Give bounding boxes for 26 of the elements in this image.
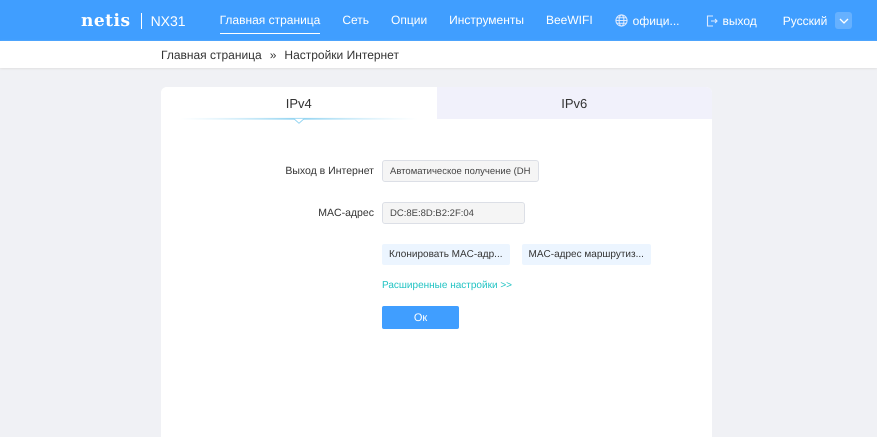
chevron-down-icon (838, 18, 849, 24)
logout-icon (706, 14, 718, 26)
ok-button[interactable]: Ок (382, 306, 459, 329)
model-name: NX31 (140, 12, 186, 28)
official-site-link[interactable]: офици... (614, 14, 680, 28)
nav-tab[interactable]: Сеть (342, 7, 370, 34)
nav-tab[interactable]: Инструменты (449, 7, 524, 34)
field-label: MAC-адрес (317, 207, 375, 219)
nav-tab[interactable]: BeeWIFI (546, 7, 593, 34)
breadcrumb-item[interactable]: Главная страница (161, 48, 262, 62)
input-field[interactable]: DC:8E:8D:B2:2F:04 (382, 202, 525, 224)
advanced-settings-link[interactable]: Расширенные настройки >> (382, 280, 512, 291)
logout-link[interactable]: выход (706, 14, 757, 28)
input-field[interactable]: Автоматическое получение (DH (382, 160, 539, 182)
logo: netis (81, 10, 131, 30)
ip-tab[interactable]: IPv6 (436, 87, 712, 119)
breadcrumb-separator: » (270, 48, 276, 62)
nav-tab[interactable]: Главная страница (220, 7, 320, 34)
mac-button[interactable]: MAC-адрес маршрутиз... (522, 244, 651, 265)
field-label: Выход в Интернет (284, 165, 375, 177)
language-label: Русский (782, 14, 828, 28)
globe-icon (614, 14, 628, 27)
language-dropdown-button[interactable] (835, 12, 852, 29)
breadcrumb-item: Настройки Интернет (284, 48, 399, 62)
mac-button[interactable]: Клонировать MAC-адр... (382, 244, 510, 265)
nav-tab[interactable]: Опции (391, 7, 428, 34)
